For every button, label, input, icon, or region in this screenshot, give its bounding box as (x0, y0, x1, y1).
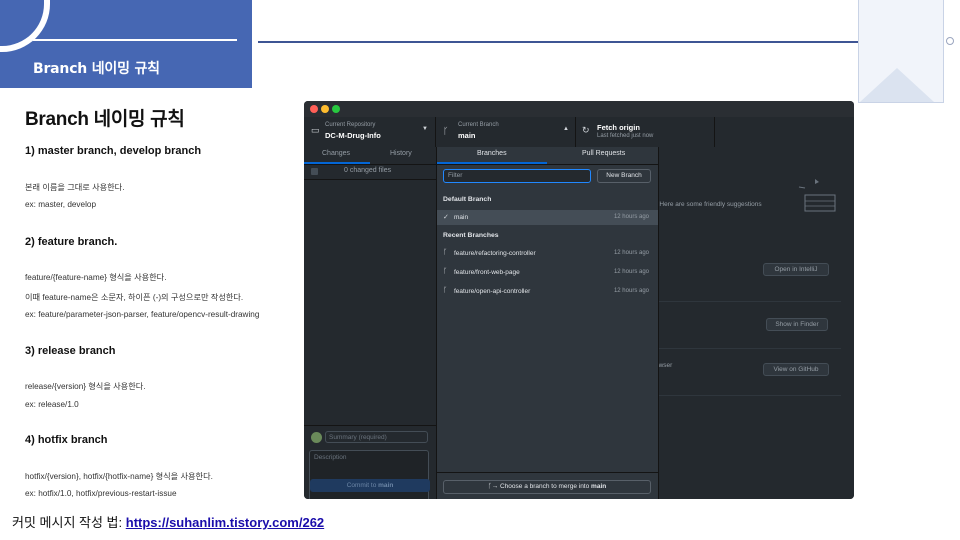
changed-files-header: 0 changed files (304, 164, 436, 180)
suggestions-text: y. Here are some friendly suggestions (653, 201, 762, 208)
section-4-line-1: hotfix/{version}, hotfix/{hotfix-name} 형… (25, 472, 213, 481)
branch-time: 12 hours ago (613, 214, 649, 220)
commit-button[interactable]: Commit to main (310, 479, 430, 492)
section-3-line-2: ex: release/1.0 (25, 400, 79, 409)
commit-prefix: Commit to (346, 482, 379, 489)
tab-changes[interactable]: Changes (322, 150, 350, 157)
branch-label: Current Branch (458, 122, 499, 128)
tab-pull-requests[interactable]: Pull Requests (582, 150, 625, 157)
branch-row[interactable]: ᚴ feature/open-api-controller 12 hours a… (437, 284, 658, 299)
branch-icon: ᚴ (443, 249, 448, 256)
section-heading-1: 1) master branch, develop branch (25, 145, 202, 157)
branch-icon: ᚴ (443, 287, 448, 294)
section-4-line-2: ex: hotfix/1.0, hotfix/previous-restart-… (25, 489, 177, 498)
window-titlebar (304, 101, 854, 118)
section-2-line-3: ex: feature/parameter-json-parser, featu… (25, 310, 260, 319)
decorative-swirl (0, 0, 50, 52)
suggestions-illustration-icon (798, 179, 836, 212)
chevron-up-icon: ▲ (563, 126, 569, 132)
section-heading-3: 3) release branch (25, 345, 116, 357)
repository-icon: ▭ (311, 125, 320, 135)
decorative-triangle (860, 68, 934, 102)
zoom-window-button[interactable] (332, 105, 340, 113)
minimize-window-button[interactable] (321, 105, 329, 113)
commit-branch: main (378, 482, 394, 489)
repository-label: Current Repository (325, 122, 376, 128)
description-placeholder: Description (314, 454, 347, 461)
branch-filter-input[interactable]: Filter (443, 169, 591, 183)
changed-files-count: 0 changed files (344, 167, 392, 174)
branch-time: 12 hours ago (613, 288, 649, 294)
branch-icon: ᚴ (443, 126, 449, 136)
branch-dropdown: Branches Pull Requests Filter New Branch… (436, 147, 659, 499)
section-heading-4: 4) hotfix branch (25, 434, 108, 446)
section-1-line-2: ex: master, develop (25, 200, 96, 209)
view-on-github-button[interactable]: View on GitHub (763, 363, 829, 376)
section-1-line-1: 본래 이름을 그대로 사용한다. (25, 183, 125, 192)
merge-bar: ᚴ→ Choose a branch to merge into main (437, 472, 658, 499)
tab-underline (437, 162, 547, 164)
sidebar-tabs: Changes History (304, 147, 436, 165)
tab-history[interactable]: History (390, 150, 412, 157)
show-in-finder-button[interactable]: Show in Finder (766, 318, 828, 331)
changes-sidebar: Changes History 0 changed files Summary … (304, 147, 437, 499)
merge-prefix: Choose a branch to merge into (499, 483, 592, 490)
current-branch-button[interactable]: ᚴ Current Branch main ▲ (436, 117, 576, 147)
fetch-origin-button[interactable]: ↻ Fetch origin Last fetched just now (576, 117, 715, 147)
select-all-checkbox[interactable] (311, 168, 318, 175)
commit-guide-link[interactable]: https://suhanlim.tistory.com/262 (126, 515, 324, 530)
fetch-title: Fetch origin (597, 123, 640, 132)
branch-time: 12 hours ago (613, 250, 649, 256)
open-in-intellij-button[interactable]: Open in IntelliJ (763, 263, 829, 276)
branch-row-default[interactable]: ✓ main 12 hours ago (437, 210, 658, 225)
header-rule (258, 41, 870, 43)
tab-branches[interactable]: Branches (477, 150, 507, 157)
section-2-line-1: feature/{feature-name} 형식을 사용한다. (25, 273, 167, 282)
section-2-line-2: 이때 feature-name은 소문자, 하이픈 (-)의 구성으로만 작성한… (25, 293, 244, 302)
decorative-dot (946, 37, 954, 45)
section-header: Branch 네이밍 규칙 (0, 0, 252, 88)
fetch-subtitle: Last fetched just now (597, 133, 654, 139)
commit-guide-note: 커밋 메시지 작성 법: https://suhanlim.tistory.co… (12, 512, 324, 531)
default-branch-header: Default Branch (443, 196, 492, 203)
branch-time: 12 hours ago (613, 269, 649, 275)
summary-input[interactable]: Summary (required) (325, 431, 428, 443)
merge-branch-button[interactable]: ᚴ→ Choose a branch to merge into main (443, 480, 651, 494)
branch-name: feature/open-api-controller (454, 288, 531, 295)
sync-icon: ↻ (582, 125, 590, 135)
current-repository-button[interactable]: ▭ Current Repository DC-M-Drug-Info ▼ (304, 117, 436, 147)
branch-name: feature/refactoring-controller (454, 250, 536, 257)
branch-name: main (458, 131, 476, 140)
merge-icon: ᚴ→ (487, 483, 500, 490)
branch-row[interactable]: ᚴ feature/refactoring-controller 12 hour… (437, 246, 658, 261)
avatar (311, 432, 322, 443)
note-prefix: 커밋 메시지 작성 법: (12, 515, 126, 530)
branch-name: main (454, 214, 469, 221)
branch-row[interactable]: ᚴ feature/front-web-page 12 hours ago (437, 265, 658, 280)
checkmark-icon: ✓ (443, 214, 449, 221)
header-divider (33, 39, 237, 41)
repository-name: DC-M-Drug-Info (325, 131, 381, 140)
new-branch-button[interactable]: New Branch (597, 169, 651, 183)
page-title: Branch 네이밍 규칙 (25, 109, 185, 130)
section-title: Branch 네이밍 규칙 (33, 61, 160, 77)
dropdown-tabs: Branches Pull Requests (437, 147, 658, 165)
chevron-down-icon: ▼ (422, 126, 428, 132)
github-desktop-window: ▭ Current Repository DC-M-Drug-Info ▼ ᚴ … (304, 101, 854, 499)
branch-name: feature/front-web-page (454, 269, 520, 276)
merge-branch: main (591, 483, 607, 490)
branch-icon: ᚴ (443, 268, 448, 275)
close-window-button[interactable] (310, 105, 318, 113)
section-3-line-1: release/{version} 형식을 사용한다. (25, 382, 146, 391)
recent-branches-header: Recent Branches (443, 232, 499, 239)
section-heading-2: 2) feature branch. (25, 236, 118, 248)
app-toolbar: ▭ Current Repository DC-M-Drug-Info ▼ ᚴ … (304, 117, 854, 148)
